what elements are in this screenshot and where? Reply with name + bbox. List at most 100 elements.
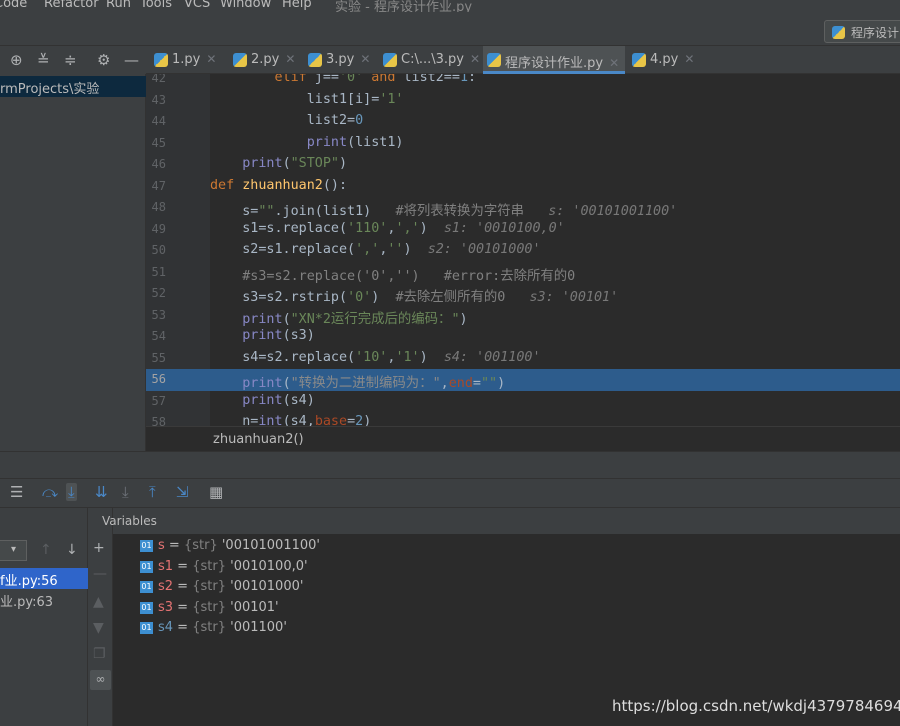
code-line[interactable]: 43 list1[i]='1' (146, 90, 900, 112)
code-line[interactable]: 44 list2=0 (146, 111, 900, 133)
editor-tabs: 1.py ✕ 2.py ✕ 3.py ✕ C:\...\3.py ✕ 程序设计作业.py ✕ 4.p… (146, 46, 900, 74)
variable-type-icon: 01 (140, 622, 153, 634)
minimize-icon[interactable]: — (124, 51, 139, 69)
frame-item[interactable]: 业.py:63 (0, 589, 88, 610)
line-number: 45 (151, 135, 166, 150)
code-line[interactable]: 51 #s3=s2.replace('0','') #error:去除所有的0 (146, 262, 900, 284)
step-over-icon[interactable]: ⤓ (66, 483, 77, 501)
code-line[interactable]: 42 elif j=='0' and list2==1: (146, 74, 900, 90)
tab-5[interactable]: 程序设计作业.py ✕ (483, 46, 625, 74)
variable-type: {str} (183, 538, 218, 553)
code-text: elif j=='0' and list2==1: (274, 74, 477, 85)
python-file-icon (154, 53, 168, 67)
remove-watch-icon[interactable]: — (93, 566, 107, 582)
thread-dropdown[interactable]: ▾ (0, 540, 27, 561)
tab-2[interactable]: 2.py ✕ (229, 46, 301, 74)
tab-4[interactable]: C:\...\3.py ✕ (379, 46, 480, 74)
line-number: 42 (151, 74, 166, 85)
equals-sign: = (173, 558, 193, 574)
close-icon[interactable]: ✕ (609, 56, 619, 70)
code-line[interactable]: 54 print(s3) (146, 326, 900, 348)
code-line[interactable]: 48 s="".join(list1) #将列表转换为字符串 s: '00101… (146, 197, 900, 219)
code-text: print("STOP") (242, 156, 348, 171)
python-file-icon (308, 53, 322, 67)
variable-name: s (158, 538, 165, 553)
project-tree-item[interactable]: rmProjects\实验 (0, 76, 146, 97)
frame-item[interactable]: f业.py:56 (0, 568, 88, 589)
step-into-my-code-icon[interactable]: ⤓ (122, 483, 129, 501)
variable-value: '00101001100' (221, 538, 320, 553)
code-text: s1=s.replace('110',',') s1: '0010100,0' (210, 220, 565, 236)
evaluate-expression-icon[interactable]: ▦ (209, 483, 223, 501)
arrow-up-icon[interactable]: ↑ (40, 542, 52, 558)
move-up-icon[interactable]: ▲ (93, 594, 104, 610)
variable-row[interactable]: 01 s = {str} '00101001100' (140, 538, 320, 558)
step-into-icon[interactable]: ⇊ (95, 483, 108, 501)
code-line[interactable]: 55 s4=s2.replace('10','1') s4: '001100' (146, 348, 900, 370)
code-line[interactable]: 47 def zhuanhuan2(): (146, 176, 900, 198)
code-text: #s3=s2.replace('0','') #error:去除所有的0 (242, 268, 576, 284)
tab-1[interactable]: 1.py ✕ (150, 46, 226, 74)
code-line[interactable]: 53 print("XN*2运行完成后的编码：") (146, 305, 900, 327)
python-icon (832, 26, 845, 39)
equals-sign: = (173, 599, 193, 615)
code-line[interactable]: 57 print(s4) (146, 391, 900, 413)
run-configuration-select[interactable]: 程序设计 (824, 20, 900, 43)
collapse-all-icon[interactable]: ≑ (64, 51, 77, 69)
menu-item-refactor[interactable]: Refactor (44, 0, 99, 11)
code-line[interactable]: 56 print("转换为二进制编码为：",end="") (146, 369, 900, 391)
code-line[interactable]: 50 s2=s1.replace(',','') s2: '00101000' (146, 240, 900, 262)
move-down-icon[interactable]: ▼ (93, 620, 104, 636)
crosshair-icon[interactable]: ⊕ (10, 51, 23, 69)
variable-row[interactable]: 01 s4 = {str} '001100' (140, 620, 287, 640)
code-text: s4=s2.replace('10','1') s4: '001100' (210, 349, 541, 365)
run-to-cursor-icon[interactable]: ⇲ (176, 483, 189, 501)
frames-panel: ▾ ↑ ↓ f业.py:56 业.py:63 (0, 508, 88, 726)
tab-label: C:\...\3.py (401, 52, 464, 67)
gear-icon[interactable]: ⚙ (97, 51, 110, 69)
close-icon[interactable]: ✕ (684, 52, 694, 66)
tab-label: 4.py (650, 52, 679, 67)
expand-all-icon[interactable]: ≚ (37, 51, 50, 69)
variable-row[interactable]: 01 s2 = {str} '00101000' (140, 579, 303, 599)
glasses-icon[interactable]: ∞ (90, 670, 111, 690)
close-icon[interactable]: ✕ (285, 52, 295, 66)
code-text: n=int(s4,base=2) (210, 414, 372, 426)
close-icon[interactable]: ✕ (206, 52, 216, 66)
menu-item-vcs[interactable]: VCS (184, 0, 210, 11)
copy-icon[interactable]: ❐ (93, 646, 106, 662)
line-number: 54 (151, 329, 166, 343)
step-out-icon[interactable]: ⤒ (149, 483, 156, 501)
line-number: 55 (151, 350, 166, 365)
code-line[interactable]: 52 s3=s2.rstrip('0') #去除左侧所有的0 s3: '0010… (146, 283, 900, 305)
line-number: 47 (151, 178, 166, 193)
menu-item-tools[interactable]: Tools (140, 0, 172, 11)
arrow-down-icon[interactable]: ↓ (66, 542, 78, 558)
code-line[interactable]: 46 print("STOP") (146, 154, 900, 176)
close-icon[interactable]: ✕ (360, 52, 370, 66)
menu-item-window[interactable]: Window (220, 0, 271, 11)
tab-3[interactable]: 3.py ✕ (304, 46, 376, 74)
variable-name: s1 (158, 558, 174, 574)
variable-row[interactable]: 01 s1 = {str} '0010100,0' (140, 559, 308, 579)
run-config-label: 程序设计 (851, 26, 900, 40)
main-toolbar: 程序设计 (0, 12, 900, 46)
show-execution-point-icon[interactable]: ⤼ (42, 483, 58, 501)
line-number: 58 (151, 415, 166, 426)
menu-item-code[interactable]: Code (0, 0, 27, 11)
menu-icon[interactable]: ☰ (10, 483, 23, 501)
menu-item-help[interactable]: Help (282, 0, 312, 11)
variable-name: s4 (158, 620, 174, 635)
tab-6[interactable]: 4.py ✕ (628, 46, 698, 74)
line-number: 50 (151, 243, 166, 257)
menu-item-run[interactable]: Run (106, 0, 131, 11)
code-line[interactable]: 58 n=int(s4,base=2) (146, 412, 900, 426)
add-watch-icon[interactable]: + (93, 540, 105, 556)
breadcrumb-function[interactable]: zhuanhuan2() (213, 432, 304, 447)
code-line[interactable]: 49 s1=s.replace('110',',') s1: '0010100,… (146, 219, 900, 241)
code-line[interactable]: 45 print(list1) (146, 133, 900, 155)
code-editor[interactable]: 42 elif j=='0' and list2==1: 43 list1[i]=… (146, 74, 900, 426)
variable-row[interactable]: 01 s3 = {str} '00101' (140, 600, 279, 620)
code-text: print(s3) (242, 328, 315, 343)
close-icon[interactable]: ✕ (470, 52, 480, 66)
